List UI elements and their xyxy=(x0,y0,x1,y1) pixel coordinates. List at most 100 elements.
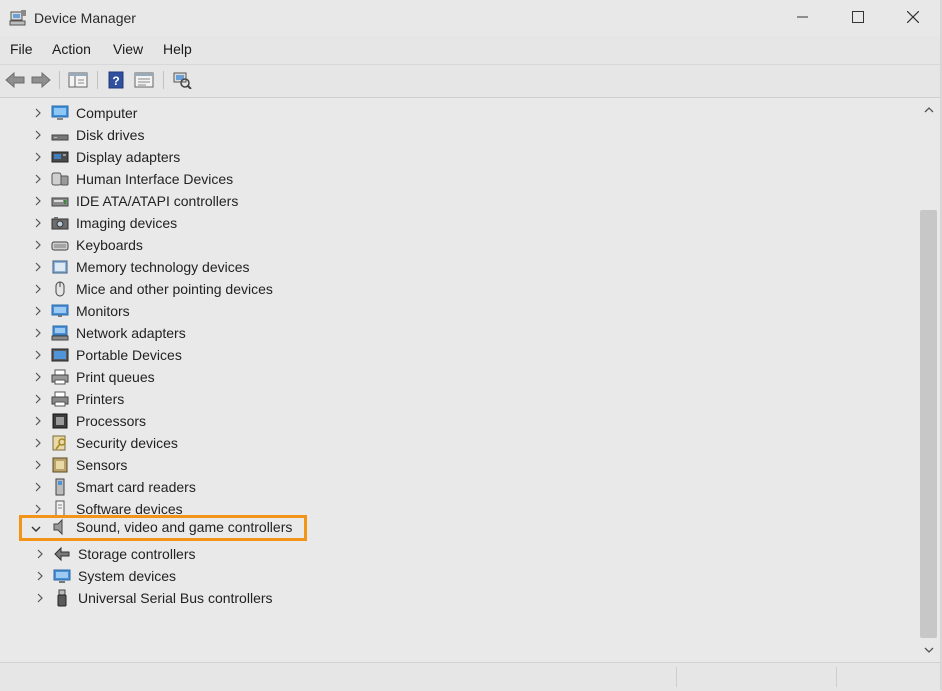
tree-item-sound-video-and-game-controllers[interactable]: Sound, video and game controllers xyxy=(0,516,900,538)
tree-item-label: Human Interface Devices xyxy=(76,171,234,187)
monitor-icon xyxy=(51,304,69,317)
chevron-right-icon[interactable] xyxy=(35,549,45,559)
tree-item-label: Mice and other pointing devices xyxy=(76,281,273,297)
tree-item-keyboards[interactable]: Keyboards xyxy=(0,234,900,256)
tree-item-monitors[interactable]: Monitors xyxy=(0,300,900,322)
chevron-right-icon[interactable] xyxy=(33,482,43,492)
help-button[interactable]: ? xyxy=(105,69,127,91)
tree-item-label: Network adapters xyxy=(76,325,186,341)
forward-button[interactable] xyxy=(30,69,52,91)
chevron-right-icon[interactable] xyxy=(33,372,43,382)
chevron-right-icon[interactable] xyxy=(33,174,43,184)
chevron-right-icon[interactable] xyxy=(33,196,43,206)
tree-item-label: Security devices xyxy=(76,435,178,451)
scan-hardware-button[interactable] xyxy=(171,69,193,91)
tree-item-label: Software devices xyxy=(76,501,183,517)
close-button[interactable] xyxy=(886,0,940,34)
chevron-right-icon[interactable] xyxy=(35,593,45,603)
tree-item-portable-devices[interactable]: Portable Devices xyxy=(0,344,900,366)
minimize-icon xyxy=(797,16,808,18)
processor-icon xyxy=(52,413,68,429)
scroll-down-button[interactable] xyxy=(918,640,940,660)
tree-item-system-devices[interactable]: System devices xyxy=(0,565,900,587)
tree-item-label: Portable Devices xyxy=(76,347,182,363)
tree-item-label: Processors xyxy=(76,413,147,429)
tree-item-smart-card-readers[interactable]: Smart card readers xyxy=(0,476,900,498)
tree-item-computer[interactable]: Computer xyxy=(0,102,900,124)
tree-item-mice-and-other-pointing-devices[interactable]: Mice and other pointing devices xyxy=(0,278,900,300)
menu-file[interactable]: File xyxy=(10,41,33,57)
chevron-right-icon[interactable] xyxy=(33,284,43,294)
chevron-down-icon xyxy=(924,647,934,653)
tree-item-label: Imaging devices xyxy=(76,215,178,231)
toolbar-separator xyxy=(163,71,164,89)
show-hide-console-tree-button[interactable] xyxy=(67,69,89,91)
tree-item-display-adapters[interactable]: Display adapters xyxy=(0,146,900,168)
back-button[interactable] xyxy=(4,69,26,91)
chevron-right-icon[interactable] xyxy=(33,130,43,140)
menu-bar: File Action View Help xyxy=(0,38,942,62)
chevron-up-icon xyxy=(924,107,934,113)
chevron-right-icon[interactable] xyxy=(33,108,43,118)
maximize-icon xyxy=(852,11,864,23)
menu-help[interactable]: Help xyxy=(163,41,192,57)
chevron-right-icon[interactable] xyxy=(33,262,43,272)
forward-icon xyxy=(31,72,51,88)
svg-text:?: ? xyxy=(112,74,119,88)
chevron-down-icon[interactable] xyxy=(31,524,41,534)
tree-item-sensors[interactable]: Sensors xyxy=(0,454,900,476)
chevron-right-icon[interactable] xyxy=(33,438,43,448)
tree-item-security-devices[interactable]: Security devices xyxy=(0,432,900,454)
chevron-right-icon[interactable] xyxy=(33,306,43,316)
memory-icon xyxy=(52,260,68,274)
title-bar: Device Manager xyxy=(0,0,942,36)
chevron-right-icon[interactable] xyxy=(33,328,43,338)
tree-item-label: Memory technology devices xyxy=(76,259,250,275)
minimize-button[interactable] xyxy=(776,0,830,34)
printer-icon xyxy=(51,391,69,407)
vertical-scrollbar[interactable] xyxy=(918,100,940,660)
keyboard-icon xyxy=(51,241,69,251)
tree-item-storage-controllers[interactable]: Storage controllers xyxy=(0,543,900,565)
close-icon xyxy=(907,11,919,23)
toolbar-separator xyxy=(97,71,98,89)
smart-card-icon xyxy=(55,478,65,496)
chevron-right-icon[interactable] xyxy=(33,394,43,404)
tree-item-label: Sound, video and game controllers xyxy=(76,519,293,535)
scroll-up-button[interactable] xyxy=(918,100,940,120)
properties-button[interactable] xyxy=(133,69,155,91)
tree-item-universal-serial-bus-controllers[interactable]: Universal Serial Bus controllers xyxy=(0,587,900,609)
tree-item-print-queues[interactable]: Print queues xyxy=(0,366,900,388)
menu-view[interactable]: View xyxy=(113,41,143,57)
chevron-right-icon[interactable] xyxy=(33,416,43,426)
back-icon xyxy=(5,72,25,88)
menu-action[interactable]: Action xyxy=(52,41,91,57)
tree-item-disk-drives[interactable]: Disk drives xyxy=(0,124,900,146)
tree-item-human-interface-devices[interactable]: Human Interface Devices xyxy=(0,168,900,190)
tree-item-memory-technology-devices[interactable]: Memory technology devices xyxy=(0,256,900,278)
tree-item-ide-ata-atapi-controllers[interactable]: IDE ATA/ATAPI controllers xyxy=(0,190,900,212)
chevron-right-icon[interactable] xyxy=(33,218,43,228)
tree-item-printers[interactable]: Printers xyxy=(0,388,900,410)
properties-icon xyxy=(134,72,154,88)
tree-item-label: Monitors xyxy=(76,303,130,319)
chevron-right-icon[interactable] xyxy=(33,504,43,514)
chevron-right-icon[interactable] xyxy=(33,240,43,250)
tree-item-label: Print queues xyxy=(76,369,155,385)
tree-item-network-adapters[interactable]: Network adapters xyxy=(0,322,900,344)
status-separator xyxy=(676,667,677,687)
tree-item-label: Sensors xyxy=(76,457,128,473)
network-adapter-icon xyxy=(51,325,69,341)
chevron-right-icon[interactable] xyxy=(33,460,43,470)
portable-device-icon xyxy=(51,348,69,362)
chevron-right-icon[interactable] xyxy=(35,571,45,581)
chevron-right-icon[interactable] xyxy=(33,152,43,162)
tree-item-label: Smart card readers xyxy=(76,479,196,495)
tree-item-imaging-devices[interactable]: Imaging devices xyxy=(0,212,900,234)
tree-item-label: System devices xyxy=(78,568,177,584)
storage-controller-icon xyxy=(54,546,70,562)
scroll-thumb[interactable] xyxy=(920,210,937,638)
tree-item-processors[interactable]: Processors xyxy=(0,410,900,432)
chevron-right-icon[interactable] xyxy=(33,350,43,360)
maximize-button[interactable] xyxy=(831,0,885,34)
